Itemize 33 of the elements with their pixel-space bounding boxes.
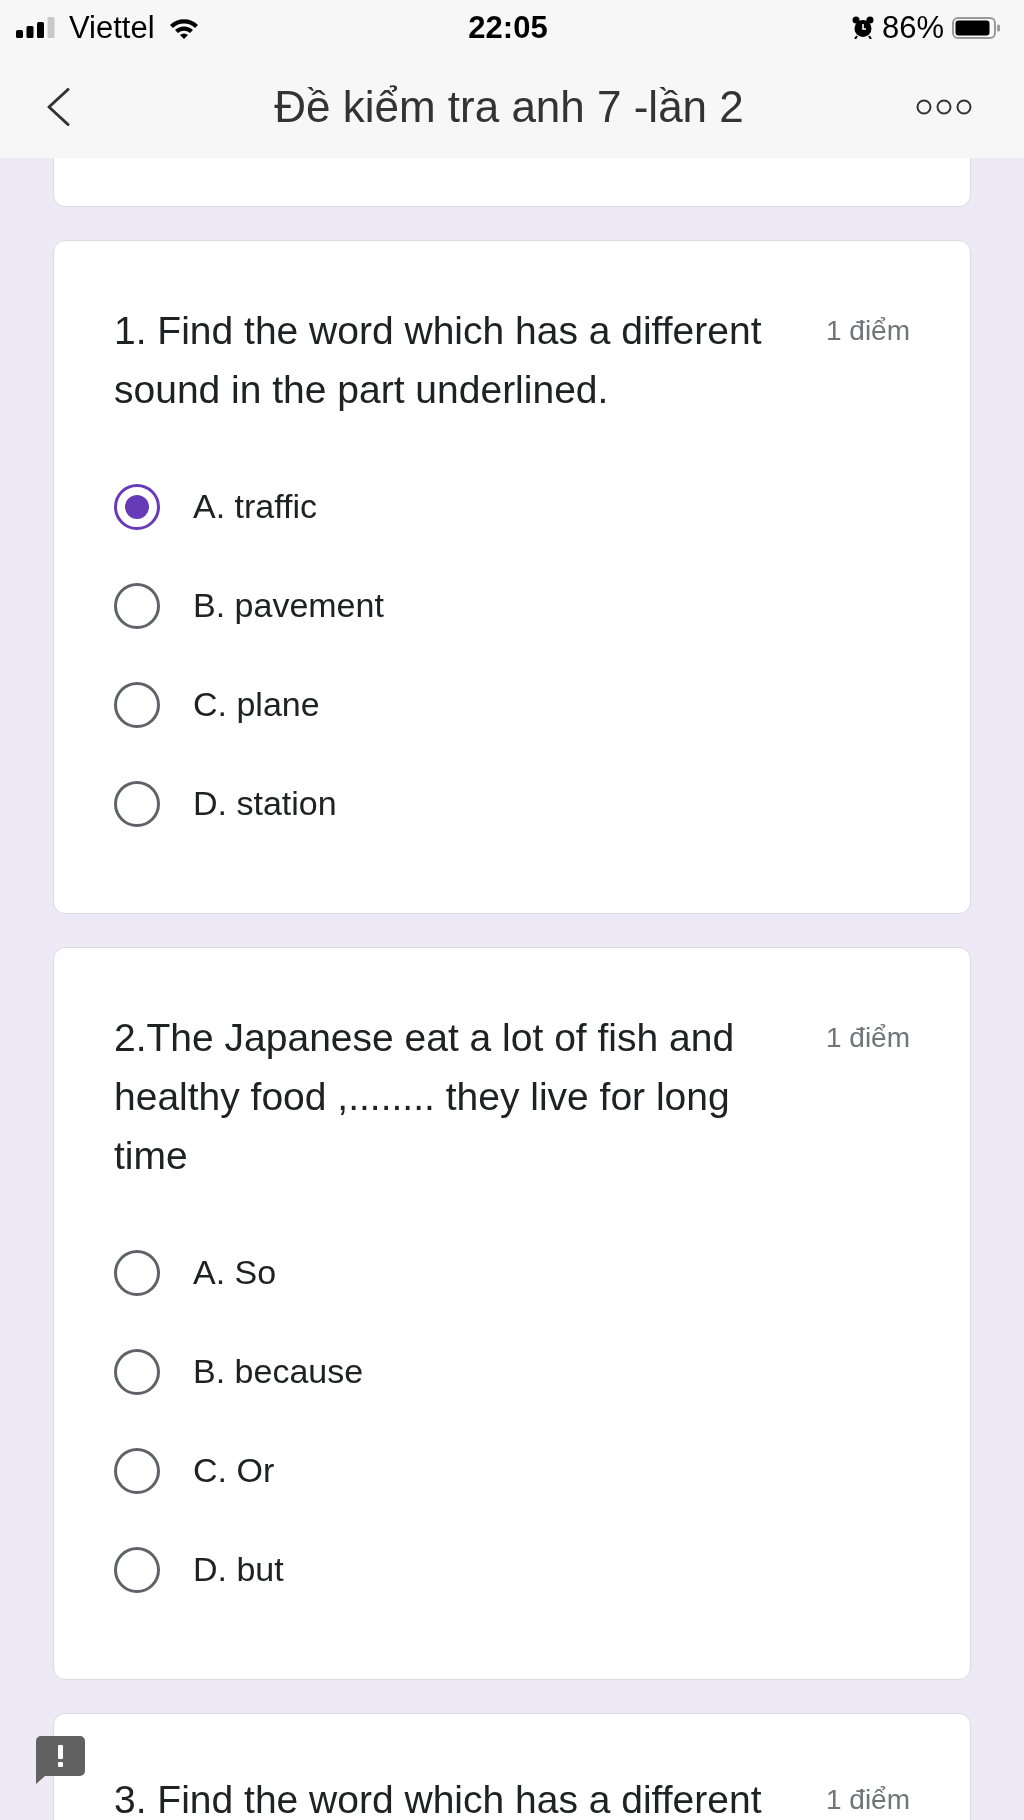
radio-button[interactable] bbox=[114, 1348, 160, 1395]
radio-button[interactable] bbox=[114, 1447, 160, 1494]
option-label[interactable]: A. So bbox=[193, 1253, 277, 1292]
option-label[interactable]: C. plane bbox=[193, 685, 320, 724]
radio-button[interactable] bbox=[114, 582, 160, 629]
radio-button[interactable] bbox=[114, 1546, 160, 1593]
carrier-name: Viettel bbox=[69, 9, 155, 46]
alarm-clock-icon bbox=[851, 16, 874, 39]
radio-button[interactable] bbox=[114, 483, 160, 530]
signal-icon bbox=[16, 17, 55, 38]
more-icon bbox=[916, 98, 972, 115]
battery-icon bbox=[952, 16, 1000, 39]
points-label: 1 điểm bbox=[825, 1783, 910, 1817]
question-text: 1. Find the word which has a different sound in the part underlined. bbox=[114, 308, 763, 413]
radio-button[interactable] bbox=[114, 1249, 160, 1296]
question-text: 3. Find the word which has a different bbox=[114, 1780, 763, 1820]
radio-button[interactable] bbox=[114, 681, 160, 728]
option-label[interactable]: A. traffic bbox=[193, 487, 318, 526]
option-label[interactable]: D. but bbox=[193, 1550, 284, 1589]
back-icon bbox=[46, 87, 70, 126]
option-label[interactable]: C. Or bbox=[193, 1451, 275, 1490]
page-title: Đề kiểm tra anh 7 -lần 2 bbox=[274, 81, 744, 132]
option-label[interactable]: B. pavement bbox=[193, 586, 384, 625]
battery-percent: 86% bbox=[881, 9, 944, 46]
radio-button[interactable] bbox=[114, 780, 160, 827]
question-text: 2.The Japanese eat a lot of fish and healthy food ,........ they live for long time bbox=[114, 1015, 736, 1179]
option-label[interactable]: B. because bbox=[193, 1352, 364, 1391]
status-time: 22:05 bbox=[468, 9, 548, 46]
exclamation-flag-icon[interactable] bbox=[36, 1736, 85, 1784]
wifi-icon bbox=[168, 16, 199, 39]
points-label: 1 điểm bbox=[825, 1021, 910, 1055]
points-label: 1 điểm bbox=[825, 314, 910, 348]
option-label[interactable]: D. station bbox=[193, 784, 337, 823]
